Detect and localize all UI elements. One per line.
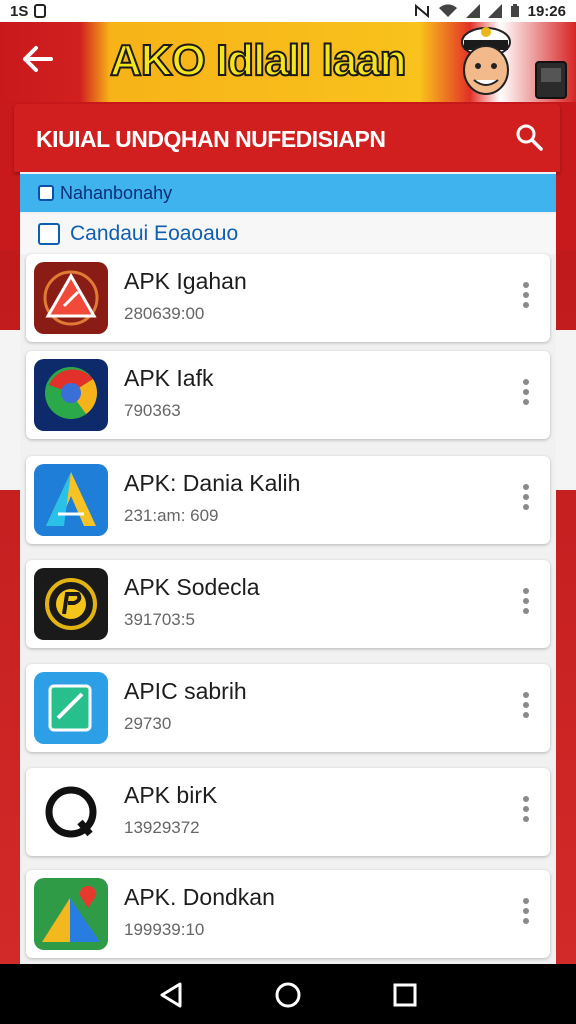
status-time: 19:26 (527, 2, 566, 20)
list-item[interactable]: APK Sodecla 391703:5 (26, 560, 550, 648)
notification-icon (34, 4, 47, 18)
more-vertical-icon[interactable] (518, 484, 534, 518)
app-meta: 199939:10 (124, 920, 205, 939)
more-vertical-icon[interactable] (518, 898, 534, 932)
app-meta: 29730 (124, 714, 172, 733)
app-name: APK Igahan (124, 268, 247, 294)
app-name: APK Iafk (124, 365, 214, 391)
app-icon-gold-emblem (34, 568, 108, 640)
app-name: APK. Dondkan (124, 884, 275, 910)
signal-icon-2 (487, 4, 502, 18)
app-banner: AKO Idlall laan (0, 22, 576, 102)
list-item[interactable]: APK: Dania Kalih 231:am: 609 (26, 456, 550, 544)
search-icon[interactable] (514, 122, 544, 152)
filter-row-selected[interactable]: Nahanbonahy (20, 174, 556, 212)
device-icon (535, 61, 567, 99)
mascot-face-icon (461, 27, 511, 95)
app-icon-globe (34, 359, 108, 431)
more-vertical-icon[interactable] (518, 692, 534, 726)
list-item[interactable]: APK. Dondkan 199939:10 (26, 870, 550, 958)
page-title: KIUIAL UNDQHAN NUFEDISIAPN (36, 126, 386, 152)
list-item[interactable]: APK Igahan 280639:00 (26, 254, 550, 342)
more-vertical-icon[interactable] (518, 796, 534, 830)
list-item[interactable]: APIC sabrih 29730 (26, 664, 550, 752)
recents-square-icon[interactable] (388, 978, 422, 1012)
app-icon-map-pin (34, 878, 108, 950)
nfc-icon (414, 4, 429, 18)
checkbox[interactable] (38, 185, 54, 201)
app-icon-green-square (34, 672, 108, 744)
background-white-left (0, 330, 22, 490)
more-vertical-icon[interactable] (518, 588, 534, 622)
checkbox[interactable] (38, 223, 60, 245)
search-header: KIUIAL UNDQHAN NUFEDISIAPN (14, 104, 560, 172)
app-name: APIC sabrih (124, 678, 247, 704)
signal-icon (465, 4, 480, 18)
banner-title: AKO Idlall laan (109, 35, 408, 86)
app-meta: 13929372 (124, 818, 200, 837)
back-button[interactable] (14, 40, 62, 84)
filter-label: Candaui Eoaoauo (70, 222, 239, 245)
app-name: APK Sodecla (124, 574, 260, 600)
more-vertical-icon[interactable] (518, 282, 534, 316)
system-nav-bar (0, 964, 576, 1024)
app-name: APK: Dania Kalih (124, 470, 301, 496)
back-triangle-icon[interactable] (154, 978, 188, 1012)
wifi-icon (438, 4, 457, 18)
list-item[interactable]: APK Iafk 790363 (26, 351, 550, 439)
filter-row[interactable]: Candaui Eoaoauo (20, 214, 556, 254)
app-meta: 790363 (124, 401, 181, 420)
app-meta: 280639:00 (124, 304, 205, 323)
arrow-left-icon (23, 46, 53, 72)
status-bar: 1S 19:26 (0, 0, 576, 22)
app-meta: 391703:5 (124, 610, 195, 629)
home-circle-icon[interactable] (271, 978, 305, 1012)
app-icon-blue-a (34, 464, 108, 536)
filter-label: Nahanbonahy (60, 182, 173, 203)
app-icon-ring (34, 776, 108, 848)
battery-icon (510, 4, 519, 17)
app-icon-red-triangle (34, 262, 108, 334)
list-item[interactable]: APK birK 13929372 (26, 768, 550, 856)
more-vertical-icon[interactable] (518, 379, 534, 413)
app-meta: 231:am: 609 (124, 506, 219, 525)
app-name: APK birK (124, 782, 218, 808)
status-left-text: 1S (10, 2, 29, 20)
